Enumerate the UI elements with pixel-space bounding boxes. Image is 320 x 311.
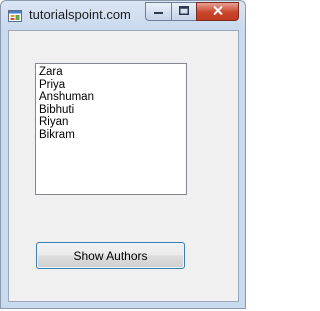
show-authors-label: Show Authors [73, 248, 148, 263]
list-item[interactable]: Zara [39, 66, 186, 79]
list-item[interactable]: Priya [39, 79, 186, 92]
list-item[interactable]: Anshuman [39, 91, 186, 104]
app-window: tutorialspoint.com Zara Priya Anshuman B… [0, 0, 246, 309]
show-authors-button[interactable]: Show Authors [36, 242, 185, 269]
authors-listbox[interactable]: Zara Priya Anshuman Bibhuti Riyan Bikram [35, 63, 187, 195]
list-item[interactable]: Bibhuti [39, 104, 186, 117]
form-app-icon [8, 9, 22, 22]
maximize-icon [179, 5, 189, 18]
close-button[interactable] [196, 2, 239, 21]
close-icon [212, 5, 223, 18]
list-item[interactable]: Riyan [39, 116, 186, 129]
list-item[interactable]: Bikram [39, 129, 186, 142]
maximize-button[interactable] [171, 2, 196, 21]
title-bar[interactable]: tutorialspoint.com [1, 1, 245, 29]
form-client-area: Zara Priya Anshuman Bibhuti Riyan Bikram… [8, 30, 239, 302]
caption-buttons [145, 2, 239, 21]
minimize-button[interactable] [145, 2, 171, 21]
minimize-icon [154, 6, 163, 18]
window-title: tutorialspoint.com [29, 7, 131, 22]
